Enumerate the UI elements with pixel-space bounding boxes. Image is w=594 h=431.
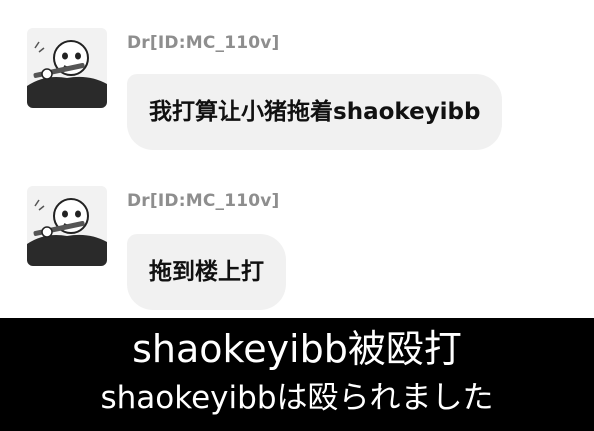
message-2: Dr[ID:MC_110v] 拖到楼上打	[0, 158, 594, 310]
message-1: Dr[ID:MC_110v] 我打算让小猪拖着shaokeyibb	[0, 0, 594, 150]
message-bubble[interactable]: 我打算让小猪拖着shaokeyibb	[127, 74, 503, 150]
subtitle-japanese: shaokeyibbは殴られました	[100, 380, 494, 416]
sender-avatar[interactable]	[27, 28, 107, 108]
skeleton-flute-avatar-icon	[27, 186, 107, 266]
subtitle-bar: shaokeyibb被殴打 shaokeyibbは殴られました	[0, 318, 594, 431]
subtitle-chinese: shaokeyibb被殴打	[132, 327, 462, 371]
sender-name: Dr[ID:MC_110v]	[127, 191, 280, 211]
chat-area: Dr[ID:MC_110v] 我打算让小猪拖着shaokeyibb Dr[ID:…	[0, 0, 594, 318]
sender-name: Dr[ID:MC_110v]	[127, 33, 280, 53]
message-bubble[interactable]: 拖到楼上打	[127, 234, 286, 310]
sender-avatar[interactable]	[27, 186, 107, 266]
skeleton-flute-avatar-icon	[27, 28, 107, 108]
